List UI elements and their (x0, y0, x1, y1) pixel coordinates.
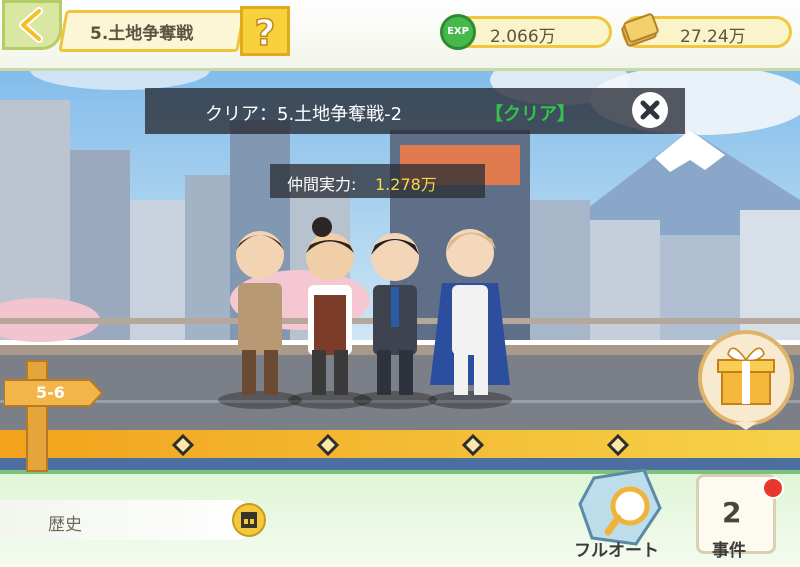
progress-checkpoint (171, 433, 195, 457)
character-4 (430, 229, 510, 395)
character-3 (371, 233, 419, 395)
history-bar[interactable] (0, 500, 255, 540)
clear-banner-text: クリア：5.土地争奪戦-2 (205, 104, 403, 125)
history-button[interactable] (232, 503, 266, 537)
full-auto-label: フルオート (574, 541, 659, 561)
gift-button[interactable] (694, 322, 794, 432)
stage-title: 5.土地争奪戦 (90, 24, 194, 44)
events-label: 事件 (712, 541, 746, 561)
stage-progress-track (171, 433, 630, 457)
progress-checkpoint (316, 433, 340, 457)
events-count: 2 (722, 496, 742, 529)
clear-tag: 【クリア】 (485, 104, 575, 125)
help-button[interactable]: ? (240, 6, 290, 56)
exp-value: 2.066万 (490, 27, 556, 47)
close-button[interactable] (632, 92, 668, 128)
character-1 (236, 231, 284, 395)
character-group (218, 217, 512, 409)
progress-checkpoint (606, 433, 630, 457)
character-2 (306, 217, 354, 395)
money-stack-icon (618, 10, 662, 50)
team-power-label: 仲間実力: (287, 175, 357, 194)
notification-dot (762, 477, 784, 499)
history-label: 歴史 (48, 515, 82, 535)
close-icon (640, 100, 660, 120)
money-value: 27.24万 (680, 27, 746, 47)
film-clapper-icon (241, 512, 257, 528)
question-mark-icon: ? (254, 12, 276, 55)
exp-icon: EXP (440, 14, 476, 50)
svg-text:?: ? (255, 13, 276, 53)
progress-checkpoint (461, 433, 485, 457)
back-button[interactable] (2, 0, 62, 50)
chevron-left-icon (19, 7, 43, 43)
stage-sign-label: 5-6 (36, 383, 65, 402)
gift-box-icon (698, 330, 794, 430)
team-power-value: 1.278万 (375, 175, 437, 194)
